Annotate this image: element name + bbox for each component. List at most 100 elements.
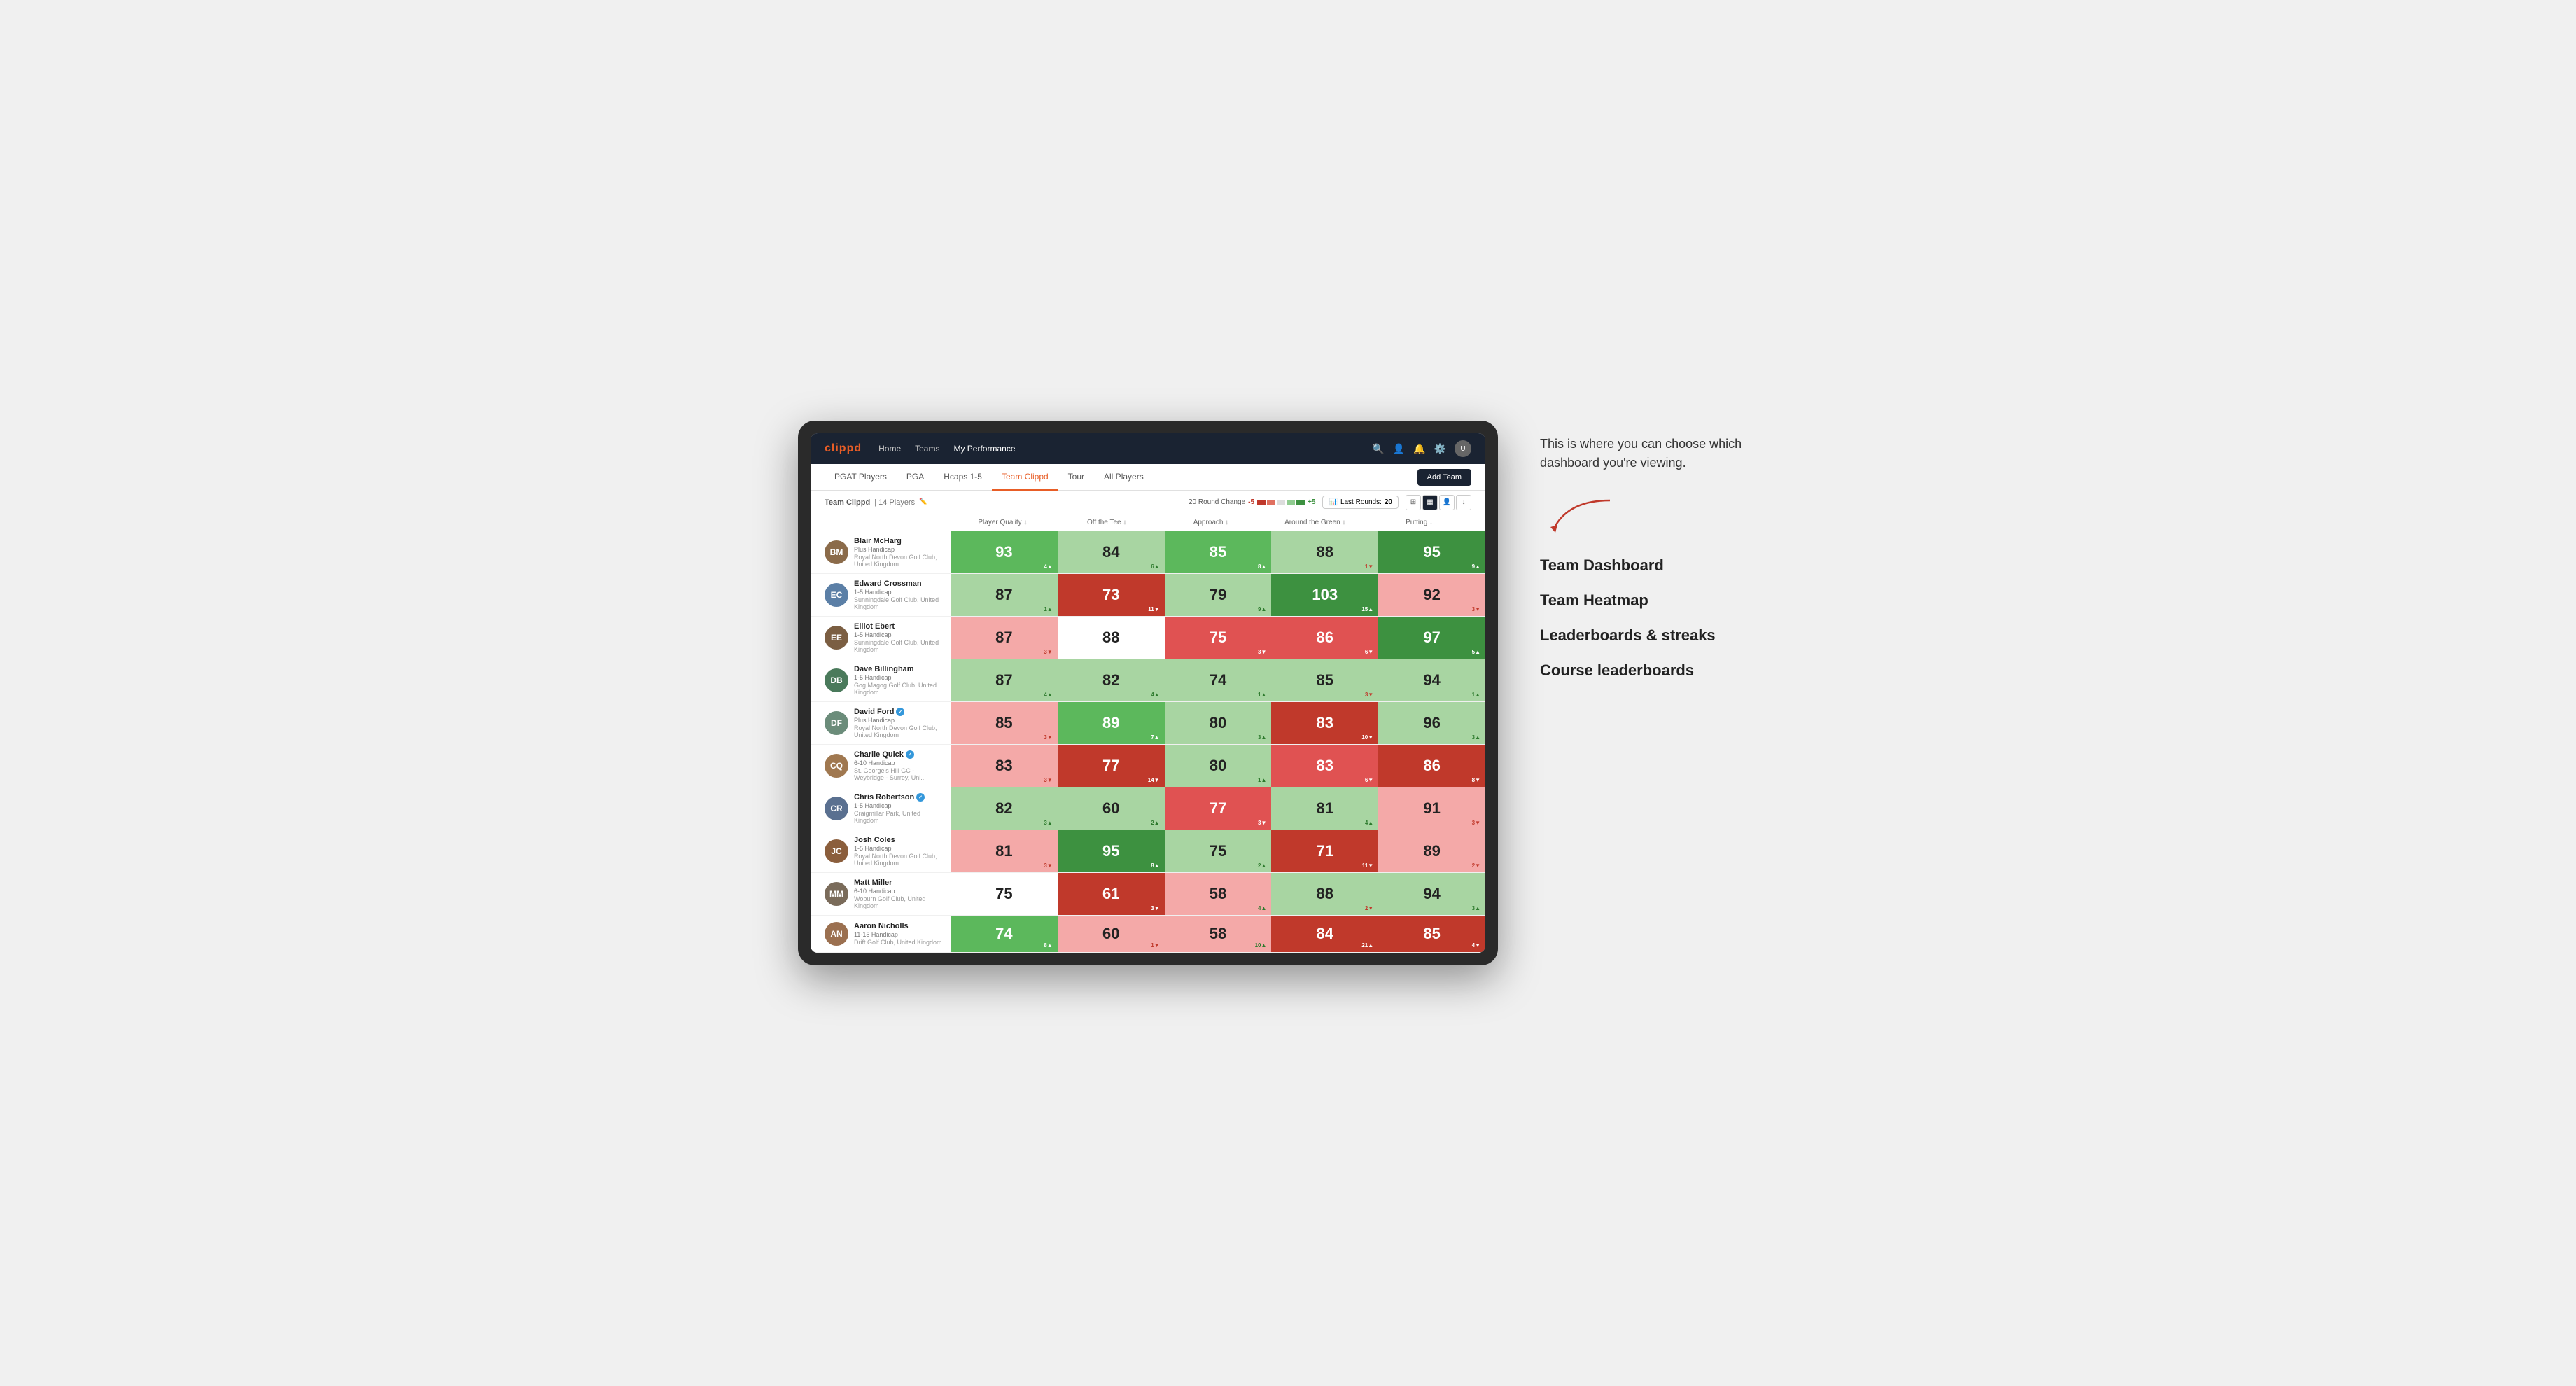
- player-info: Dave Billingham1-5 HandicapGog Magog Gol…: [854, 665, 942, 696]
- score-value: 60: [1102, 799, 1119, 818]
- bell-icon[interactable]: 🔔: [1413, 443, 1425, 455]
- player-info: David Ford✓Plus HandicapRoyal North Devo…: [854, 708, 942, 738]
- option-leaderboards[interactable]: Leaderboards & streaks: [1540, 626, 1778, 645]
- score-value: 103: [1312, 586, 1338, 604]
- tab-pgat-players[interactable]: PGAT Players: [825, 464, 897, 491]
- score-value: 81: [995, 842, 1012, 860]
- score-delta: 10▼: [1362, 734, 1373, 741]
- score-cell-3: 10315▲: [1271, 574, 1378, 616]
- player-name: Aaron Nicholls: [854, 922, 942, 930]
- col-around-green[interactable]: Around the Green ↓: [1263, 519, 1367, 526]
- round-change-label: 20 Round Change: [1189, 498, 1245, 506]
- score-delta: 11▼: [1148, 606, 1159, 612]
- score-cell-1: 88: [1058, 617, 1165, 659]
- score-delta: 3▼: [1258, 820, 1266, 826]
- verified-badge: ✓: [896, 708, 904, 716]
- option-team-dashboard[interactable]: Team Dashboard: [1540, 556, 1778, 575]
- col-approach[interactable]: Approach ↓: [1159, 519, 1264, 526]
- player-cell[interactable]: CRChris Robertson✓1-5 HandicapCraigmilla…: [811, 788, 951, 830]
- score-value: 75: [1210, 842, 1226, 860]
- score-delta: 4▲: [1044, 692, 1052, 698]
- score-value: 80: [1210, 757, 1226, 775]
- view-table-button[interactable]: ▦: [1422, 495, 1438, 510]
- nav-link-teams[interactable]: Teams: [915, 441, 939, 456]
- col-off-tee[interactable]: Off the Tee ↓: [1055, 519, 1159, 526]
- last-rounds-button[interactable]: 📊 Last Rounds: 20: [1322, 496, 1399, 509]
- score-cell-1: 846▲: [1058, 531, 1165, 573]
- tab-all-players[interactable]: All Players: [1094, 464, 1154, 491]
- last-rounds-label: Last Rounds:: [1340, 498, 1382, 506]
- tabs-row: PGAT Players PGA Hcaps 1-5 Team Clippd T…: [811, 464, 1485, 491]
- nav-icons: 🔍 👤 🔔 ⚙️ U: [1372, 440, 1471, 457]
- player-info: Josh Coles1-5 HandicapRoyal North Devon …: [854, 836, 942, 867]
- score-delta: 6▼: [1365, 777, 1373, 783]
- score-cell-0: 833▼: [951, 745, 1058, 787]
- tab-tour[interactable]: Tour: [1058, 464, 1094, 491]
- player-club: Craigmillar Park, United Kingdom: [854, 810, 942, 824]
- player-cell[interactable]: BMBlair McHargPlus HandicapRoyal North D…: [811, 531, 951, 573]
- score-delta: 1▼: [1151, 942, 1159, 948]
- tab-pga[interactable]: PGA: [897, 464, 934, 491]
- view-grid-button[interactable]: ⊞: [1406, 495, 1421, 510]
- player-cell[interactable]: ECEdward Crossman1-5 HandicapSunningdale…: [811, 574, 951, 616]
- score-delta: 3▼: [1365, 692, 1373, 698]
- sub-header-right: 20 Round Change -5 +5 📊 Last: [1189, 495, 1471, 510]
- player-cell[interactable]: ANAaron Nicholls11-15 HandicapDrift Golf…: [811, 916, 951, 952]
- score-value: 95: [1102, 842, 1119, 860]
- player-cell[interactable]: MMMatt Miller6-10 HandicapWoburn Golf Cl…: [811, 873, 951, 915]
- player-cell[interactable]: JCJosh Coles1-5 HandicapRoyal North Devo…: [811, 830, 951, 872]
- table-row: ECEdward Crossman1-5 HandicapSunningdale…: [811, 574, 1485, 617]
- score-value: 93: [995, 543, 1012, 561]
- player-handicap: 6-10 Handicap: [854, 760, 942, 766]
- player-cell[interactable]: DFDavid Ford✓Plus HandicapRoyal North De…: [811, 702, 951, 744]
- tab-team-clippd[interactable]: Team Clippd: [992, 464, 1058, 491]
- nav-link-myperformance[interactable]: My Performance: [953, 441, 1015, 456]
- score-cell-1: 7714▼: [1058, 745, 1165, 787]
- col-putting[interactable]: Putting ↓: [1367, 519, 1471, 526]
- score-cell-4: 923▼: [1378, 574, 1485, 616]
- option-team-heatmap[interactable]: Team Heatmap: [1540, 592, 1778, 610]
- score-cell-4: 943▲: [1378, 873, 1485, 915]
- add-team-button[interactable]: Add Team: [1418, 469, 1471, 486]
- player-cell[interactable]: EEElliot Ebert1-5 HandicapSunningdale Go…: [811, 617, 951, 659]
- view-chart-button[interactable]: 👤: [1439, 495, 1455, 510]
- verified-badge: ✓: [906, 750, 914, 759]
- settings-icon[interactable]: ⚙️: [1434, 443, 1446, 455]
- view-download-button[interactable]: ↓: [1456, 495, 1471, 510]
- score-value: 92: [1423, 586, 1440, 604]
- score-value: 75: [995, 885, 1012, 903]
- score-cell-0: 874▲: [951, 659, 1058, 701]
- table-row: BMBlair McHargPlus HandicapRoyal North D…: [811, 531, 1485, 574]
- player-avatar: MM: [825, 882, 848, 906]
- score-cell-2: 752▲: [1165, 830, 1272, 872]
- score-value: 85: [1210, 543, 1226, 561]
- right-panel: This is where you can choose which dashb…: [1540, 421, 1778, 680]
- table-row: JCJosh Coles1-5 HandicapRoyal North Devo…: [811, 830, 1485, 873]
- search-icon[interactable]: 🔍: [1372, 443, 1384, 455]
- edit-icon[interactable]: ✏️: [919, 498, 927, 506]
- score-delta: 8▲: [1258, 564, 1266, 570]
- score-delta: 3▲: [1044, 820, 1052, 826]
- score-delta: 2▼: [1472, 862, 1480, 869]
- player-cell[interactable]: DBDave Billingham1-5 HandicapGog Magog G…: [811, 659, 951, 701]
- bar-light-green: [1287, 500, 1295, 505]
- score-value: 87: [995, 586, 1012, 604]
- score-cell-2: 803▲: [1165, 702, 1272, 744]
- col-player-quality[interactable]: Player Quality ↓: [951, 519, 1055, 526]
- bar-green: [1296, 500, 1305, 505]
- player-cell[interactable]: CQCharlie Quick✓6-10 HandicapSt. George'…: [811, 745, 951, 787]
- score-delta: 3▼: [1044, 862, 1052, 869]
- tab-hcaps[interactable]: Hcaps 1-5: [934, 464, 992, 491]
- option-course-leaderboards[interactable]: Course leaderboards: [1540, 662, 1778, 680]
- score-cell-0: 81 3▼: [951, 830, 1058, 872]
- score-cell-3: 8421▲: [1271, 916, 1378, 952]
- score-value: 82: [1102, 671, 1119, 690]
- nav-link-home[interactable]: Home: [878, 441, 901, 456]
- score-value: 86: [1317, 629, 1334, 647]
- score-cell-1: 7311▼: [1058, 574, 1165, 616]
- player-club: Gog Magog Golf Club, United Kingdom: [854, 682, 942, 696]
- score-cell-3: 7111▼: [1271, 830, 1378, 872]
- user-icon[interactable]: 👤: [1393, 443, 1405, 455]
- avatar[interactable]: U: [1455, 440, 1471, 457]
- player-handicap: 1-5 Handicap: [854, 589, 942, 596]
